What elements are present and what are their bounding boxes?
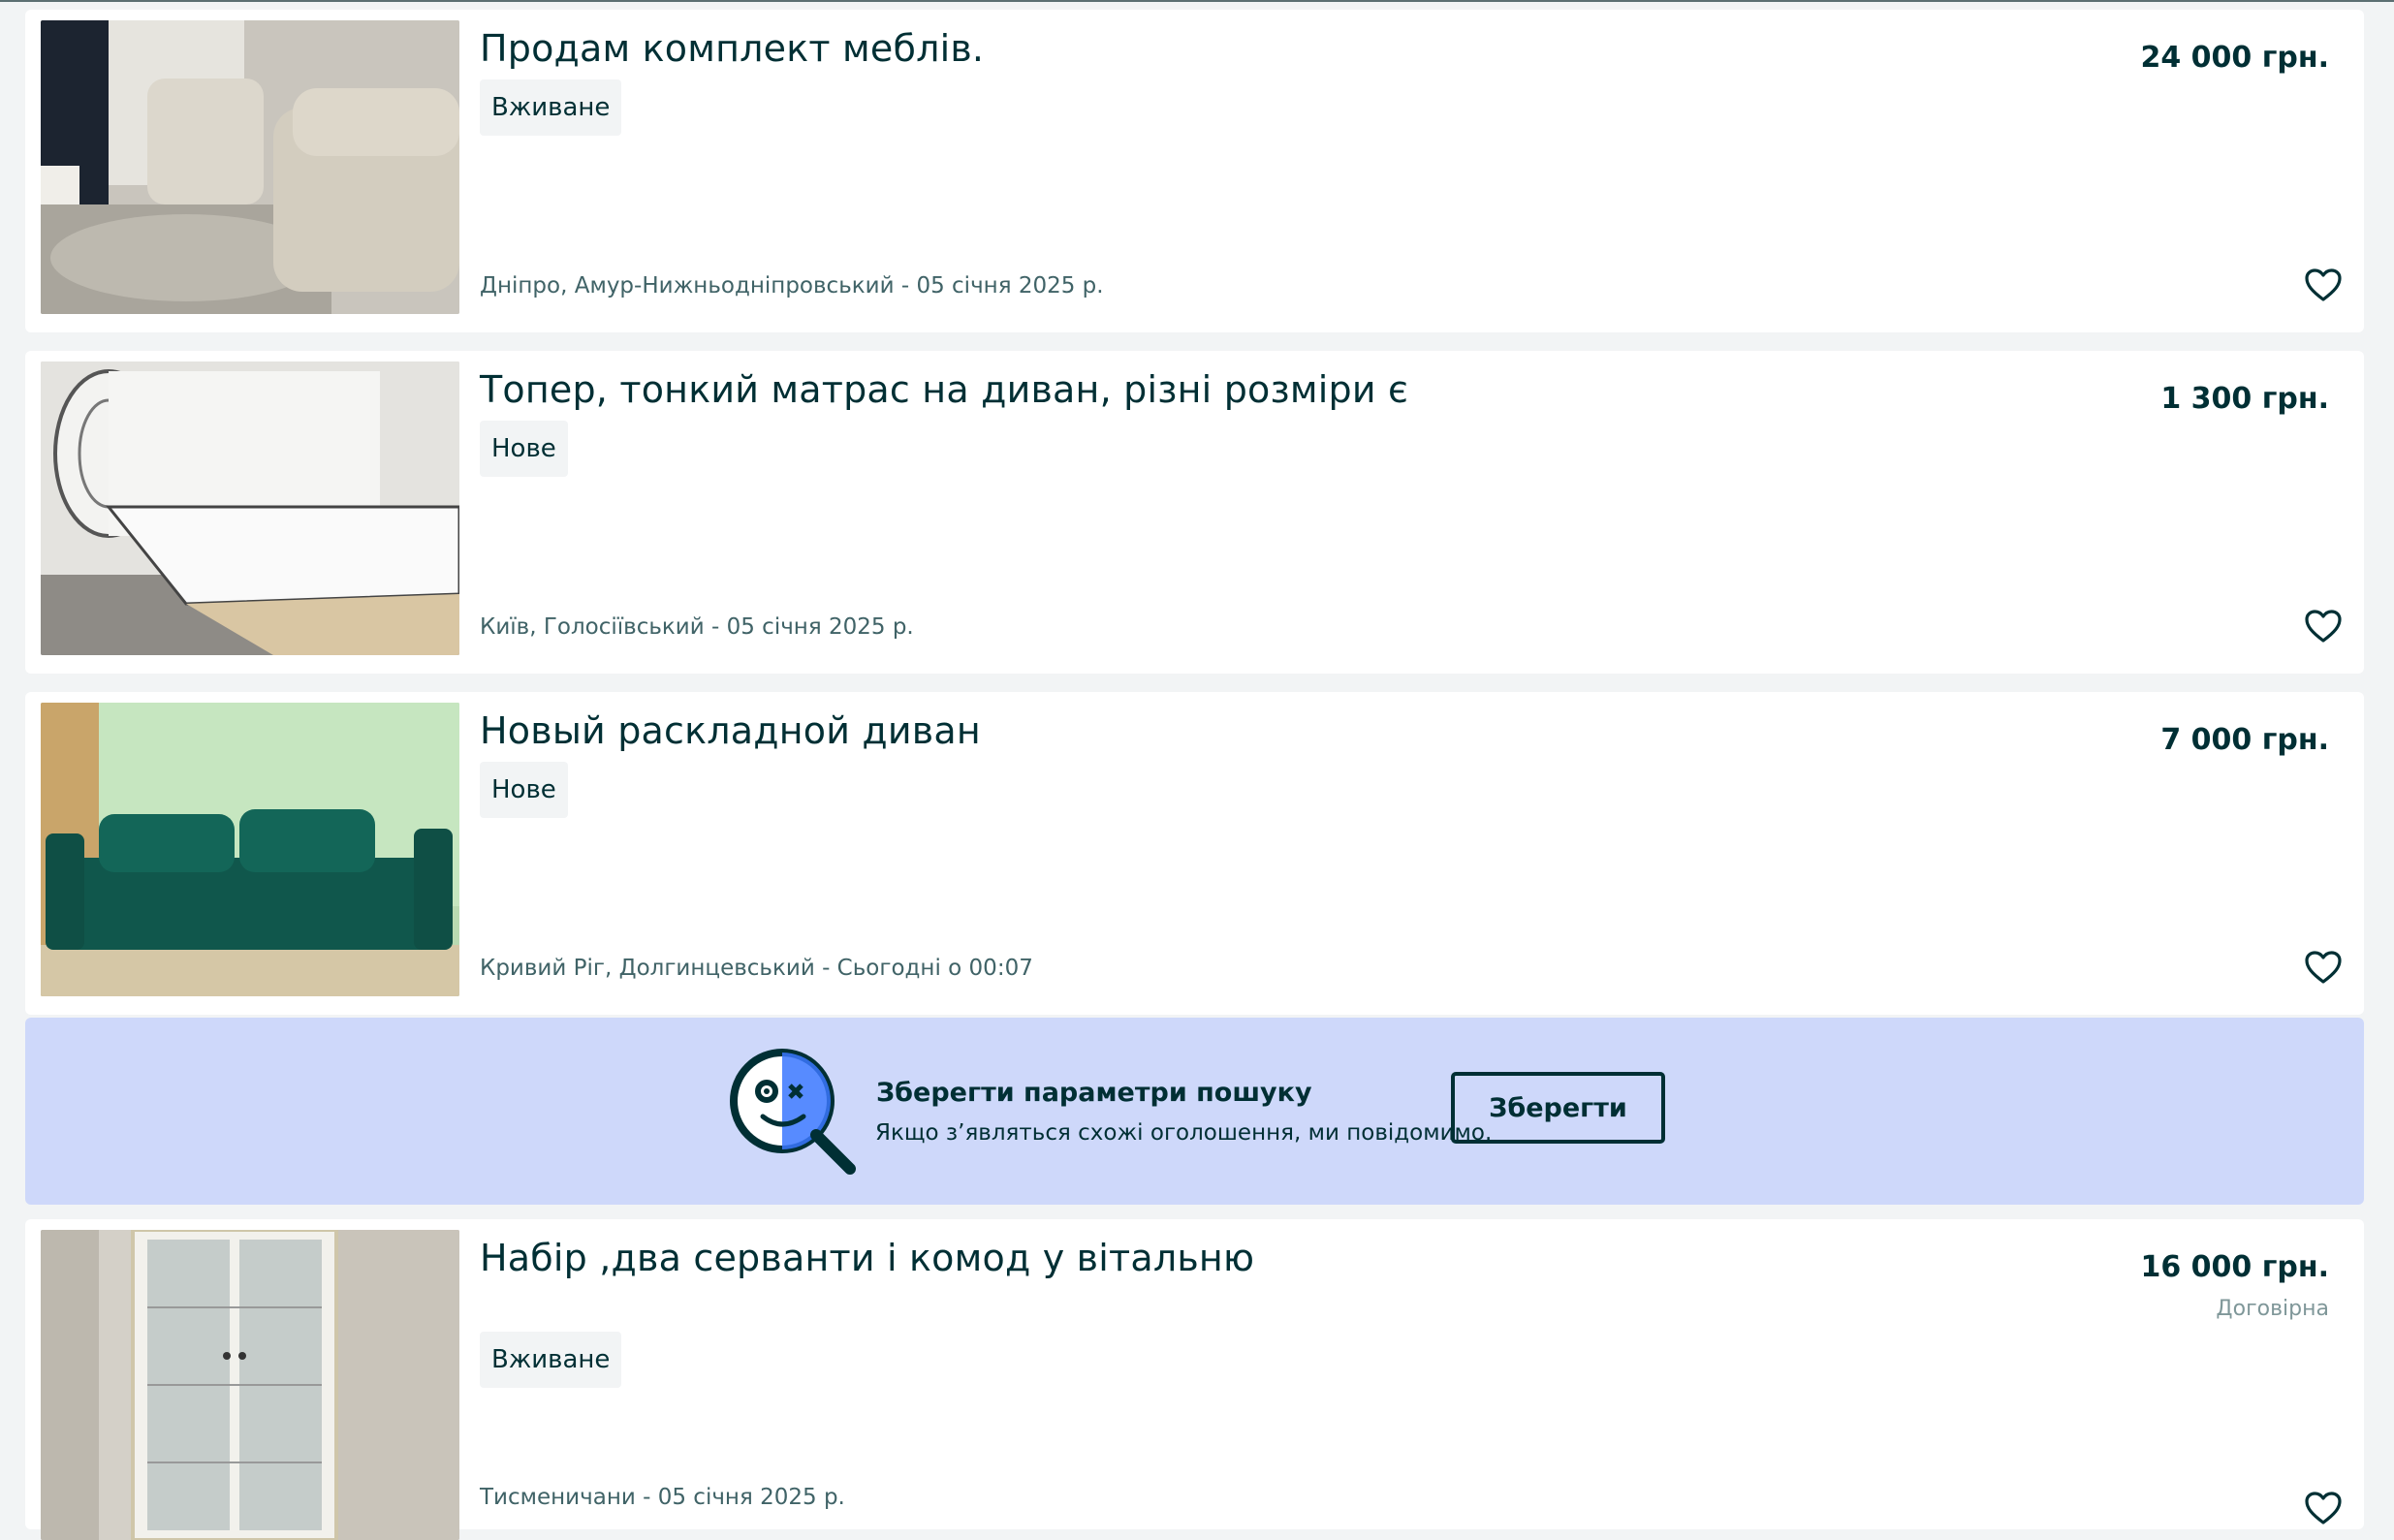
- negotiable-label: Договірна: [2216, 1297, 2329, 1321]
- top-divider: [0, 0, 2394, 2]
- condition-badge: Нове: [480, 762, 568, 818]
- listing-price: 24 000 грн.: [2140, 41, 2329, 75]
- save-search-button[interactable]: Зберегти: [1451, 1072, 1665, 1144]
- listing-photo-sofa[interactable]: [41, 703, 459, 996]
- magnifier-face-icon: [726, 1045, 862, 1180]
- condition-badge: Вживане: [480, 1332, 622, 1388]
- favorite-heart-icon[interactable]: [2304, 950, 2343, 985]
- listing-title[interactable]: Новый раскладной диван: [480, 709, 981, 752]
- listing-card[interactable]: Продам комплект меблів. Вживане Дніпро, …: [25, 10, 2364, 332]
- listing-title[interactable]: Набір ,два серванти і комод у вітальню: [480, 1237, 1254, 1279]
- listing-price: 7 000 грн.: [2160, 723, 2329, 757]
- listing-location-date: Тисменичани - 05 січня 2025 р.: [480, 1485, 845, 1510]
- listing-photo-cabinet[interactable]: [41, 1230, 459, 1540]
- save-search-banner: Зберегти параметри пошуку Якщо з’являтьс…: [25, 1018, 2364, 1205]
- listing-card[interactable]: Топер, тонкий матрас на диван, різні роз…: [25, 351, 2364, 674]
- listing-location-date: Дніпро, Амур-Нижньодніпровський - 05 січ…: [480, 273, 1104, 299]
- listing-card[interactable]: Набір ,два серванти і комод у вітальню В…: [25, 1219, 2364, 1540]
- listing-title[interactable]: Продам комплект меблів.: [480, 27, 984, 70]
- listing-title[interactable]: Топер, тонкий матрас на диван, різні роз…: [480, 368, 1408, 411]
- listing-location-date: Кривий Ріг, Долгинцевський - Сьогодні о …: [480, 956, 1033, 981]
- listing-card[interactable]: Новый раскладной диван Нове Кривий Ріг, …: [25, 692, 2364, 1015]
- listing-price: 16 000 грн.: [2140, 1250, 2329, 1284]
- favorite-heart-icon[interactable]: [2304, 609, 2343, 644]
- favorite-heart-icon[interactable]: [2304, 1491, 2343, 1525]
- save-search-title: Зберегти параметри пошуку: [876, 1078, 1312, 1108]
- save-search-subtitle: Якщо з’являться схожі оголошення, ми пов…: [875, 1120, 1493, 1146]
- condition-badge: Нове: [480, 421, 568, 477]
- listing-price: 1 300 грн.: [2160, 382, 2329, 416]
- listing-photo-living-room[interactable]: [41, 20, 459, 314]
- favorite-heart-icon[interactable]: [2304, 267, 2343, 302]
- listing-location-date: Київ, Голосіївський - 05 січня 2025 р.: [480, 614, 914, 640]
- condition-badge: Вживане: [480, 79, 622, 136]
- listing-photo-mattress-topper[interactable]: [41, 361, 459, 655]
